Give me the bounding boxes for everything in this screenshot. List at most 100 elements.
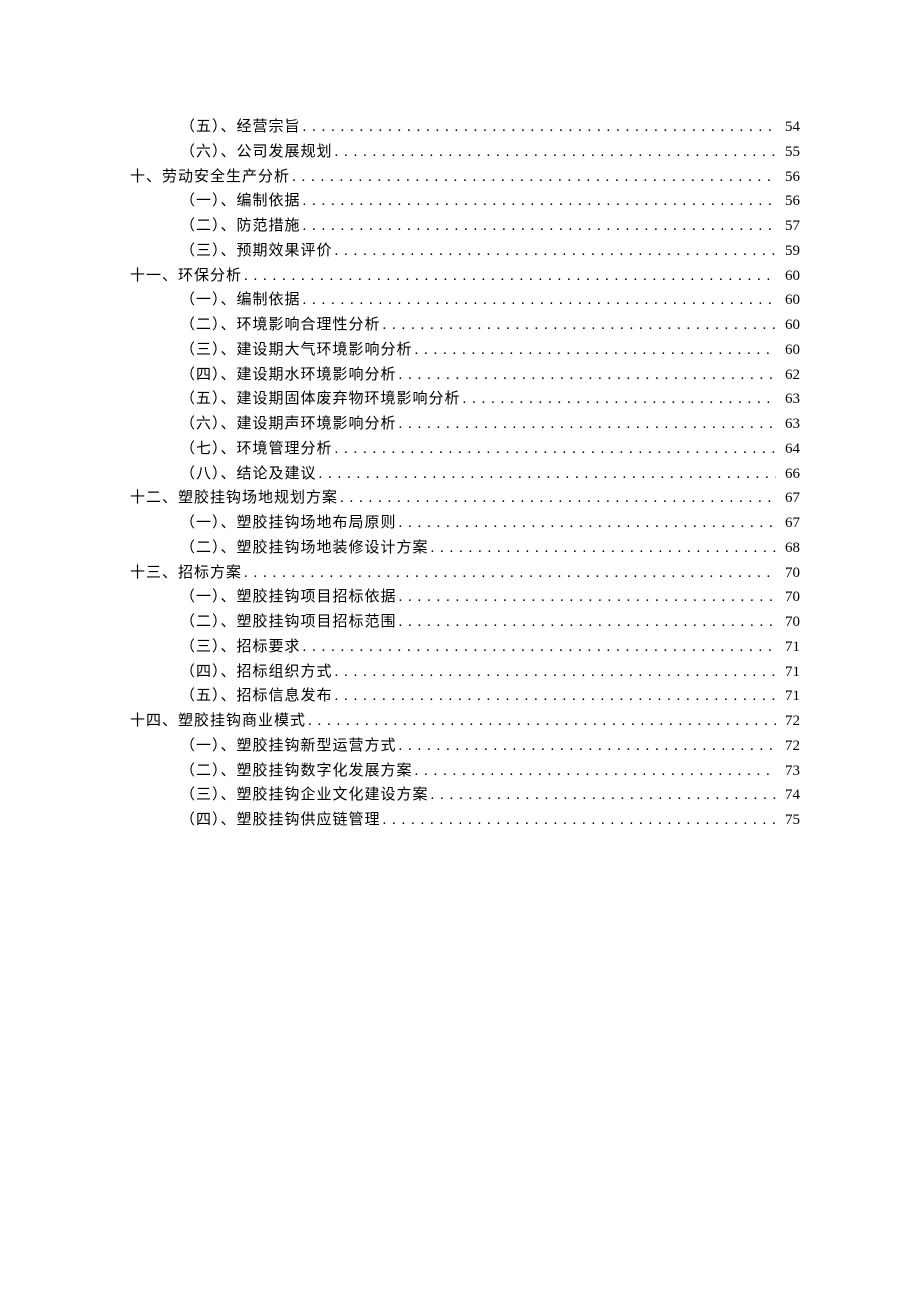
toc-label: （六）、公司发展规划 bbox=[180, 140, 333, 165]
toc-section-line: 十二、塑胶挂钩场地规划方案 67 bbox=[130, 486, 800, 511]
toc-page-number: 55 bbox=[778, 140, 800, 165]
toc-section-line: 十一、环保分析 60 bbox=[130, 264, 800, 289]
toc-page-number: 70 bbox=[778, 610, 800, 635]
toc-page-number: 60 bbox=[778, 313, 800, 338]
toc-dot-leader bbox=[399, 610, 776, 635]
toc-sub-line: （一）、编制依据 56 bbox=[180, 189, 800, 214]
toc-label: （三）、建设期大气环境影响分析 bbox=[180, 338, 413, 363]
toc-sub-line: （六）、公司发展规划 55 bbox=[180, 140, 800, 165]
toc-dot-leader bbox=[335, 140, 776, 165]
toc-label: （五）、招标信息发布 bbox=[180, 684, 333, 709]
toc-dot-leader bbox=[308, 709, 776, 734]
toc-dot-leader bbox=[292, 165, 776, 190]
toc-page-number: 67 bbox=[778, 511, 800, 536]
toc-page-number: 57 bbox=[778, 214, 800, 239]
toc-sub-line: （三）、塑胶挂钩企业文化建设方案 74 bbox=[180, 783, 800, 808]
toc-sub-line: （一）、塑胶挂钩场地布局原则 67 bbox=[180, 511, 800, 536]
toc-label: （六）、建设期声环境影响分析 bbox=[180, 412, 397, 437]
toc-sub-line: （二）、塑胶挂钩项目招标范围70 bbox=[180, 610, 800, 635]
toc-sub-line: （一）、编制依据 60 bbox=[180, 288, 800, 313]
toc-sub-line: （三）、招标要求71 bbox=[180, 635, 800, 660]
toc-dot-leader bbox=[415, 338, 776, 363]
toc-sub-line: （二）、防范措施57 bbox=[180, 214, 800, 239]
toc-label: （八）、结论及建议 bbox=[180, 462, 317, 487]
toc-label: （一）、编制依据 bbox=[180, 288, 301, 313]
toc-section-line: 十四、塑胶挂钩商业模式 72 bbox=[130, 709, 800, 734]
toc-sub-line: （五）、招标信息发布 71 bbox=[180, 684, 800, 709]
toc-label: （三）、塑胶挂钩企业文化建设方案 bbox=[180, 783, 429, 808]
toc-page-number: 71 bbox=[778, 684, 800, 709]
toc-sub-line: （八）、结论及建议 66 bbox=[180, 462, 800, 487]
toc-section-line: 十、劳动安全生产分析56 bbox=[130, 165, 800, 190]
toc-sub-line: （五）、建设期固体废弃物环境影响分析 63 bbox=[180, 387, 800, 412]
toc-page-number: 66 bbox=[778, 462, 800, 487]
toc-dot-leader bbox=[303, 635, 776, 660]
toc-page-number: 70 bbox=[778, 585, 800, 610]
toc-sub-line: （三）、建设期大气环境影响分析 60 bbox=[180, 338, 800, 363]
toc-sub-line: （七）、环境管理分析64 bbox=[180, 437, 800, 462]
toc-label: 十四、塑胶挂钩商业模式 bbox=[130, 709, 306, 734]
toc-page-number: 72 bbox=[778, 709, 800, 734]
toc-sub-line: （一）、塑胶挂钩项目招标依据70 bbox=[180, 585, 800, 610]
toc-page-number: 60 bbox=[778, 338, 800, 363]
toc-dot-leader bbox=[335, 239, 776, 264]
toc-dot-leader bbox=[415, 759, 776, 784]
toc-dot-leader bbox=[431, 783, 776, 808]
toc-label: 十二、塑胶挂钩场地规划方案 bbox=[130, 486, 338, 511]
toc-dot-leader bbox=[463, 387, 776, 412]
toc-label: （一）、塑胶挂钩场地布局原则 bbox=[180, 511, 397, 536]
toc-dot-leader bbox=[335, 684, 776, 709]
toc-dot-leader bbox=[335, 437, 776, 462]
toc-dot-leader bbox=[399, 511, 776, 536]
toc-sub-line: （四）、建设期水环境影响分析 62 bbox=[180, 363, 800, 388]
toc-page-number: 67 bbox=[778, 486, 800, 511]
toc-label: （五）、经营宗旨 bbox=[180, 115, 301, 140]
toc-sub-line: （五）、经营宗旨 54 bbox=[180, 115, 800, 140]
toc-dot-leader bbox=[303, 189, 776, 214]
toc-sub-line: （二）、塑胶挂钩场地装修设计方案 68 bbox=[180, 536, 800, 561]
toc-page-number: 60 bbox=[778, 264, 800, 289]
toc-dot-leader bbox=[399, 363, 776, 388]
toc-sub-line: （一）、塑胶挂钩新型运营方式72 bbox=[180, 734, 800, 759]
toc-dot-leader bbox=[399, 585, 776, 610]
toc-sub-line: （四）、塑胶挂钩供应链管理 75 bbox=[180, 808, 800, 833]
toc-page-number: 63 bbox=[778, 412, 800, 437]
toc-page-number: 73 bbox=[778, 759, 800, 784]
toc-page-number: 60 bbox=[778, 288, 800, 313]
toc-dot-leader bbox=[244, 264, 776, 289]
toc-dot-leader bbox=[431, 536, 776, 561]
toc-page-number: 64 bbox=[778, 437, 800, 462]
toc-page-number: 56 bbox=[778, 189, 800, 214]
toc-label: （五）、建设期固体废弃物环境影响分析 bbox=[180, 387, 461, 412]
toc-page-number: 75 bbox=[778, 808, 800, 833]
table-of-contents: （五）、经营宗旨54（六）、公司发展规划55十、劳动安全生产分析56（一）、编制… bbox=[120, 115, 800, 833]
toc-label: （四）、塑胶挂钩供应链管理 bbox=[180, 808, 381, 833]
toc-page-number: 70 bbox=[778, 561, 800, 586]
toc-page-number: 72 bbox=[778, 734, 800, 759]
toc-page-number: 74 bbox=[778, 783, 800, 808]
toc-label: （四）、招标组织方式 bbox=[180, 660, 333, 685]
toc-label: 十三、招标方案 bbox=[130, 561, 242, 586]
toc-page-number: 54 bbox=[778, 115, 800, 140]
toc-page-number: 59 bbox=[778, 239, 800, 264]
toc-label: （二）、塑胶挂钩场地装修设计方案 bbox=[180, 536, 429, 561]
toc-dot-leader bbox=[319, 462, 776, 487]
toc-page-number: 63 bbox=[778, 387, 800, 412]
toc-dot-leader bbox=[340, 486, 776, 511]
toc-label: （四）、建设期水环境影响分析 bbox=[180, 363, 397, 388]
toc-label: （三）、招标要求 bbox=[180, 635, 301, 660]
toc-dot-leader bbox=[335, 660, 776, 685]
toc-sub-line: （三）、预期效果评价59 bbox=[180, 239, 800, 264]
toc-dot-leader bbox=[303, 214, 776, 239]
toc-label: （一）、编制依据 bbox=[180, 189, 301, 214]
toc-dot-leader bbox=[303, 288, 776, 313]
toc-sub-line: （四）、招标组织方式71 bbox=[180, 660, 800, 685]
toc-dot-leader bbox=[383, 808, 776, 833]
toc-sub-line: （二）、塑胶挂钩数字化发展方案73 bbox=[180, 759, 800, 784]
toc-label: 十一、环保分析 bbox=[130, 264, 242, 289]
toc-dot-leader bbox=[399, 412, 776, 437]
toc-sub-line: （二）、环境影响合理性分析60 bbox=[180, 313, 800, 338]
toc-page-number: 68 bbox=[778, 536, 800, 561]
toc-page-number: 62 bbox=[778, 363, 800, 388]
toc-dot-leader bbox=[383, 313, 776, 338]
